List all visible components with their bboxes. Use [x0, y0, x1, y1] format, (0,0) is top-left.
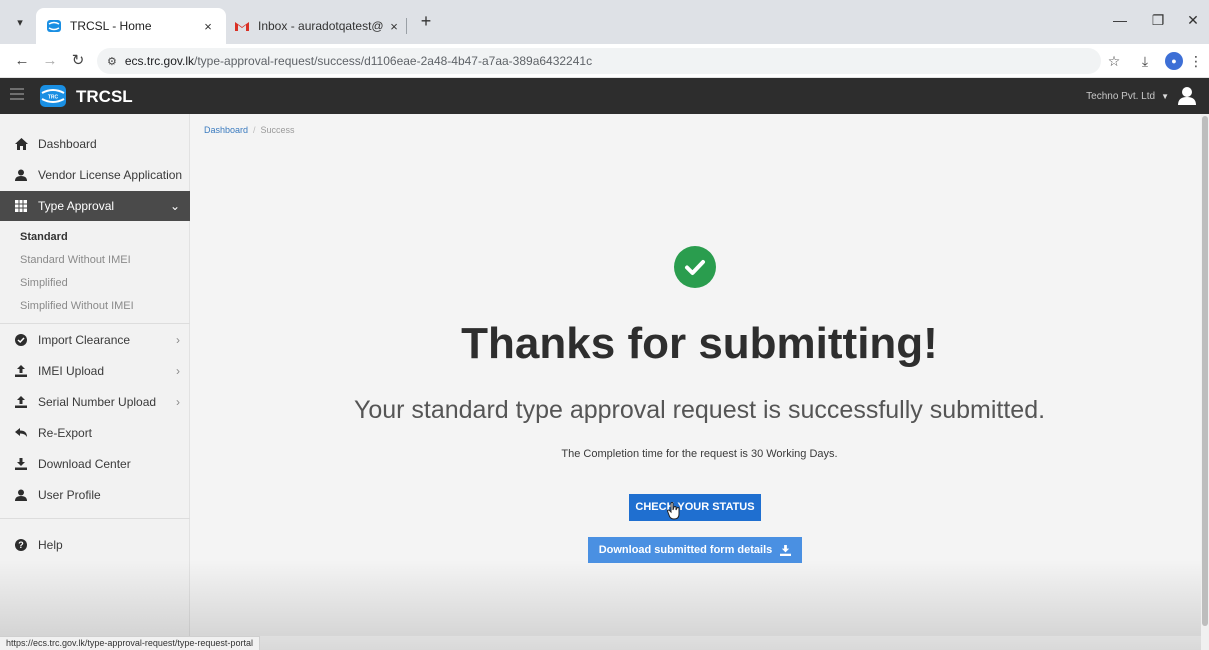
check-status-button[interactable]: CHECK YOUR STATUS	[629, 494, 761, 521]
close-tab-icon[interactable]: ×	[384, 19, 404, 34]
breadcrumb-current: Success	[260, 125, 295, 135]
main-content: Dashboard / Success Thanks for submitting!…	[190, 114, 1209, 636]
breadcrumb-dashboard-link[interactable]: Dashboard	[204, 125, 248, 135]
scrollbar-thumb[interactable]	[1202, 116, 1208, 626]
address-bar[interactable]: ⚙ ecs.trc.gov.lk/type-approval-request/s…	[97, 48, 1101, 74]
sidebar-item-download-center[interactable]: Download Center	[0, 449, 190, 479]
svg-text:TRC: TRC	[48, 95, 59, 101]
chevron-right-icon: ›	[176, 395, 180, 409]
close-tab-icon[interactable]: ×	[198, 19, 218, 34]
hand-cursor-icon	[667, 502, 680, 520]
trcsl-favicon-icon	[47, 20, 61, 32]
sidebar-item-label: Vendor License Application	[38, 168, 183, 182]
tab-gmail-inbox[interactable]: Inbox - auradotqatest@gmail.c ×	[226, 8, 412, 44]
home-icon	[14, 137, 28, 151]
sidebar-item-type-approval[interactable]: Type Approval ⌄	[0, 191, 190, 221]
sidebar-item-serial-number-upload[interactable]: Serial Number Upload ›	[0, 387, 190, 417]
back-arrow-icon[interactable]: ←	[10, 49, 34, 73]
tab-trcsl-home[interactable]: TRCSL - Home ×	[36, 8, 226, 44]
upload-icon	[14, 395, 28, 409]
sidebar-item-label: Dashboard	[38, 137, 97, 151]
sidebar-item-vendor-license[interactable]: Vendor License Application	[0, 160, 190, 190]
user-icon	[14, 488, 28, 502]
completion-time-text: The Completion time for the request is 3…	[561, 448, 838, 460]
download-form-button[interactable]: Download submitted form details	[588, 537, 802, 563]
user-icon	[14, 168, 28, 182]
sidebar-item-import-clearance[interactable]: Import Clearance ›	[0, 325, 190, 355]
submenu-item-simplified-without-imei[interactable]: Simplified Without IMEI	[20, 300, 134, 312]
app-header: TRC TRCSL Techno Pvt. Ltd ▼	[0, 78, 1209, 114]
user-avatar-icon	[1178, 87, 1196, 105]
status-bar-url: https://ecs.trc.gov.lk/type-approval-req…	[0, 636, 260, 650]
submenu-item-simplified[interactable]: Simplified	[20, 277, 68, 289]
reload-icon[interactable]: ↻	[66, 49, 90, 73]
sidebar-item-label: Type Approval	[38, 199, 115, 213]
page-scrollbar[interactable]	[1201, 114, 1209, 650]
restore-icon[interactable]: ❐	[1145, 12, 1171, 32]
sidebar-item-label: Serial Number Upload	[38, 395, 157, 409]
check-circle-icon	[14, 333, 28, 347]
browser-profile-avatar[interactable]: ●	[1165, 52, 1183, 70]
sidebar-item-help[interactable]: ? Help	[0, 530, 190, 560]
reply-icon	[14, 426, 28, 440]
sidebar-item-label: Re-Export	[38, 426, 93, 440]
gmail-favicon-icon	[235, 22, 249, 31]
page-title: Thanks for submitting!	[461, 319, 938, 368]
sidebar-item-label: Help	[38, 538, 63, 552]
site-info-icon[interactable]: ⚙	[107, 55, 117, 68]
forward-arrow-icon[interactable]: →	[38, 49, 62, 73]
chevron-right-icon: ›	[176, 333, 180, 347]
tab-divider	[406, 18, 407, 34]
breadcrumb-separator: /	[253, 125, 256, 135]
upload-icon	[14, 364, 28, 378]
tab-title: TRCSL - Home	[70, 19, 152, 33]
minimize-icon[interactable]: —	[1107, 12, 1133, 32]
chevron-down-icon: ⌄	[169, 199, 180, 213]
tab-title: Inbox - auradotqatest@gmail.c	[258, 19, 384, 33]
sidebar-item-imei-upload[interactable]: IMEI Upload ›	[0, 356, 190, 386]
browser-toolbar: ← → ↻ ⚙ ecs.trc.gov.lk/type-approval-req…	[0, 44, 1209, 78]
success-message: Your standard type approval request is s…	[353, 396, 1046, 424]
download-button-label: Download submitted form details	[598, 544, 773, 556]
new-tab-button[interactable]: +	[414, 10, 438, 34]
chevron-right-icon: ›	[176, 364, 180, 378]
address-url: ecs.trc.gov.lk/type-approval-request/suc…	[124, 54, 593, 68]
sidebar-item-label: Download Center	[38, 457, 131, 471]
sidebar-item-re-export[interactable]: Re-Export	[0, 418, 190, 448]
svg-text:?: ?	[18, 540, 24, 550]
table-icon	[14, 199, 28, 213]
submenu-item-standard[interactable]: Standard	[20, 231, 68, 243]
download-icon	[780, 544, 792, 556]
downloads-icon[interactable]: ⤓	[1135, 51, 1155, 71]
submenu-item-standard-without-imei[interactable]: Standard Without IMEI	[20, 254, 131, 266]
sidebar-divider	[0, 518, 190, 519]
sidebar-item-label: IMEI Upload	[38, 364, 105, 378]
bookmark-star-icon[interactable]: ☆	[1104, 51, 1124, 71]
hamburger-menu-icon[interactable]	[10, 88, 24, 102]
brand-name[interactable]: TRCSL	[76, 87, 133, 107]
submenu-divider	[0, 323, 190, 324]
user-account-menu[interactable]: Techno Pvt. Ltd ▼	[1086, 86, 1197, 106]
sidebar-item-label: User Profile	[38, 488, 101, 502]
tab-search-button[interactable]: ▾	[10, 12, 30, 32]
caret-down-icon: ▼	[1161, 91, 1169, 101]
sidebar-item-dashboard[interactable]: Dashboard	[0, 129, 190, 159]
breadcrumb: Dashboard / Success	[204, 125, 295, 135]
success-check-icon	[674, 246, 716, 288]
user-name: Techno Pvt. Ltd	[1086, 90, 1156, 102]
close-window-icon[interactable]: ✕	[1180, 12, 1206, 32]
question-icon: ?	[14, 538, 28, 552]
trcsl-logo: TRC	[40, 85, 66, 107]
browser-menu-icon[interactable]: ⋮	[1186, 51, 1206, 71]
browser-tab-bar: ▾ TRCSL - Home × Inbox - auradotqatest@g…	[0, 0, 1209, 44]
sidebar-item-label: Import Clearance	[38, 333, 131, 347]
sidebar: Dashboard Vendor License Application Typ…	[0, 114, 190, 636]
sidebar-item-user-profile[interactable]: User Profile	[0, 480, 190, 510]
download-icon	[14, 457, 28, 471]
